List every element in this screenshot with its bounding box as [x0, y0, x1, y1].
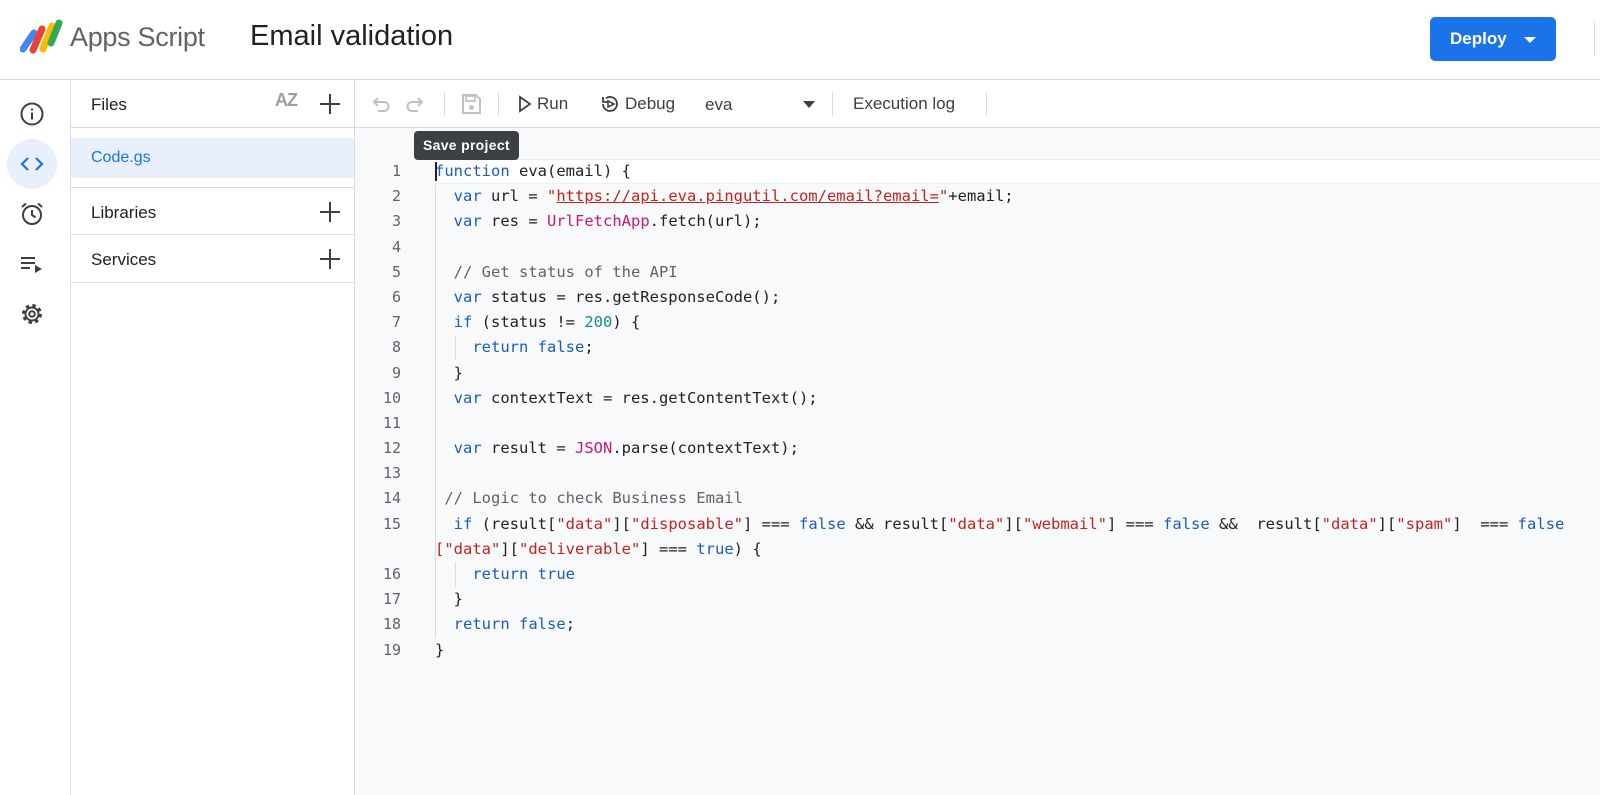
add-library-icon[interactable] [319, 201, 341, 223]
debug-icon [602, 96, 618, 112]
code-line: } [453, 590, 464, 609]
rail-editor-button[interactable] [7, 139, 57, 189]
info-icon [20, 102, 44, 126]
caret-down-icon[interactable] [1524, 37, 1536, 43]
line-number: 15 [382, 514, 401, 533]
line-number: 16 [382, 565, 401, 583]
code-line: return true [472, 565, 575, 583]
toolbar-divider [986, 92, 987, 116]
apps-script-logo-icon[interactable] [20, 19, 64, 55]
toolbar-divider [832, 92, 833, 116]
line-number: 2 [391, 187, 401, 206]
debug-label: Debug [625, 94, 676, 113]
line-number: 8 [391, 338, 401, 357]
add-service-icon[interactable] [319, 248, 341, 270]
add-file-icon[interactable] [319, 93, 341, 115]
run-label: Run [537, 94, 569, 113]
save-project-tooltip: Save project [414, 131, 519, 160]
code-line: // Logic to check Business Email [444, 489, 743, 508]
execution-log-button[interactable]: Execution log [853, 94, 955, 114]
services-section[interactable]: Services [71, 235, 354, 283]
code-line: function eva(email) { [435, 159, 1600, 185]
line-number: 18 [382, 615, 401, 634]
toolbar-divider [498, 92, 499, 116]
libraries-label: Libraries [91, 203, 157, 222]
code-icon [20, 157, 44, 171]
executions-icon [21, 257, 42, 273]
line-number: 5 [391, 262, 401, 281]
code-content[interactable]: function eva(email) { var url = "https:/… [435, 159, 1600, 663]
code-line: // Get status of the API [453, 262, 678, 281]
code-line: } [435, 640, 445, 659]
code-line: var status = res.getResponseCode(); [453, 287, 781, 306]
url-link[interactable]: https://api.eva.pingutil.com/email?email… [556, 187, 939, 205]
line-number: 19 [382, 640, 401, 659]
line-number: 9 [391, 363, 401, 382]
code-line: } [453, 363, 464, 382]
play-icon [519, 95, 532, 113]
code-editor[interactable]: 1 2 3 4 5 6 7 8 9 10 11 12 13 14 15 16 1… [355, 128, 1600, 795]
run-button[interactable]: Run [512, 80, 587, 128]
line-number: 1 [391, 162, 401, 180]
function-select[interactable]: eva [705, 80, 830, 128]
rail-executions-button[interactable] [7, 239, 57, 289]
line-number: 17 [382, 590, 401, 609]
deploy-button[interactable]: Deploy [1430, 17, 1556, 61]
rail-triggers-button[interactable] [7, 189, 57, 239]
code-line: var result = JSON.parse(contextText); [453, 439, 799, 458]
services-label: Services [91, 250, 157, 269]
line-number: 12 [382, 439, 401, 458]
files-header: Files AZ [71, 80, 354, 128]
files-panel: Files AZ Code.gs Libraries Services [71, 80, 355, 795]
gear-icon [22, 304, 42, 324]
line-number: 11 [382, 413, 401, 432]
rail-settings-button[interactable] [7, 289, 57, 339]
file-item-code-gs[interactable]: Code.gs [71, 138, 354, 178]
line-number: 13 [382, 464, 401, 483]
code-line: if (status != 200) { [453, 313, 641, 332]
line-number: 7 [391, 313, 401, 332]
line-number: 14 [382, 489, 401, 508]
alarm-clock-icon [21, 202, 43, 225]
line-number-gutter: 1 2 3 4 5 6 7 8 9 10 11 12 13 14 15 16 1… [355, 159, 401, 663]
redo-icon[interactable] [404, 93, 426, 115]
code-line-wrapped: ["data"]["deliverable"] === true) { [435, 539, 762, 558]
undo-icon[interactable] [370, 93, 392, 115]
code-line: var contextText = res.getContentText(); [453, 388, 818, 407]
function-name: eva [705, 95, 733, 114]
code-line: var url = "https://api.eva.pingutil.com/… [453, 187, 1014, 206]
deploy-label: Deploy [1450, 29, 1507, 48]
line-number: 4 [391, 237, 401, 256]
left-nav-rail [0, 80, 71, 795]
save-project-icon[interactable] [459, 92, 483, 116]
line-number: 6 [391, 287, 401, 306]
debug-button[interactable]: Debug [599, 80, 699, 128]
line-number: 3 [391, 212, 401, 231]
rail-overview-button[interactable] [7, 89, 57, 139]
line-number: 10 [382, 388, 401, 407]
toolbar-divider [444, 92, 445, 116]
app-name[interactable]: Apps Script [70, 22, 205, 53]
files-label: Files [91, 95, 127, 114]
project-title[interactable]: Email validation [250, 20, 453, 53]
code-line: if (result["data"]["disposable"] === fal… [453, 514, 1565, 533]
line-number [355, 537, 401, 562]
code-line: var res = UrlFetchApp.fetch(url); [453, 212, 762, 231]
file-name: Code.gs [91, 149, 151, 166]
code-line: return false; [453, 615, 576, 634]
top-bar: Apps Script Email validation Deploy [0, 0, 1600, 80]
header-divider [1594, 22, 1595, 56]
text-cursor [435, 162, 437, 181]
libraries-section[interactable]: Libraries [71, 187, 354, 235]
caret-down-icon [803, 101, 815, 108]
sort-az-icon[interactable]: AZ [275, 90, 298, 111]
code-line: return false; [472, 338, 594, 357]
editor-toolbar: Run Debug eva Execution log [355, 80, 1600, 128]
